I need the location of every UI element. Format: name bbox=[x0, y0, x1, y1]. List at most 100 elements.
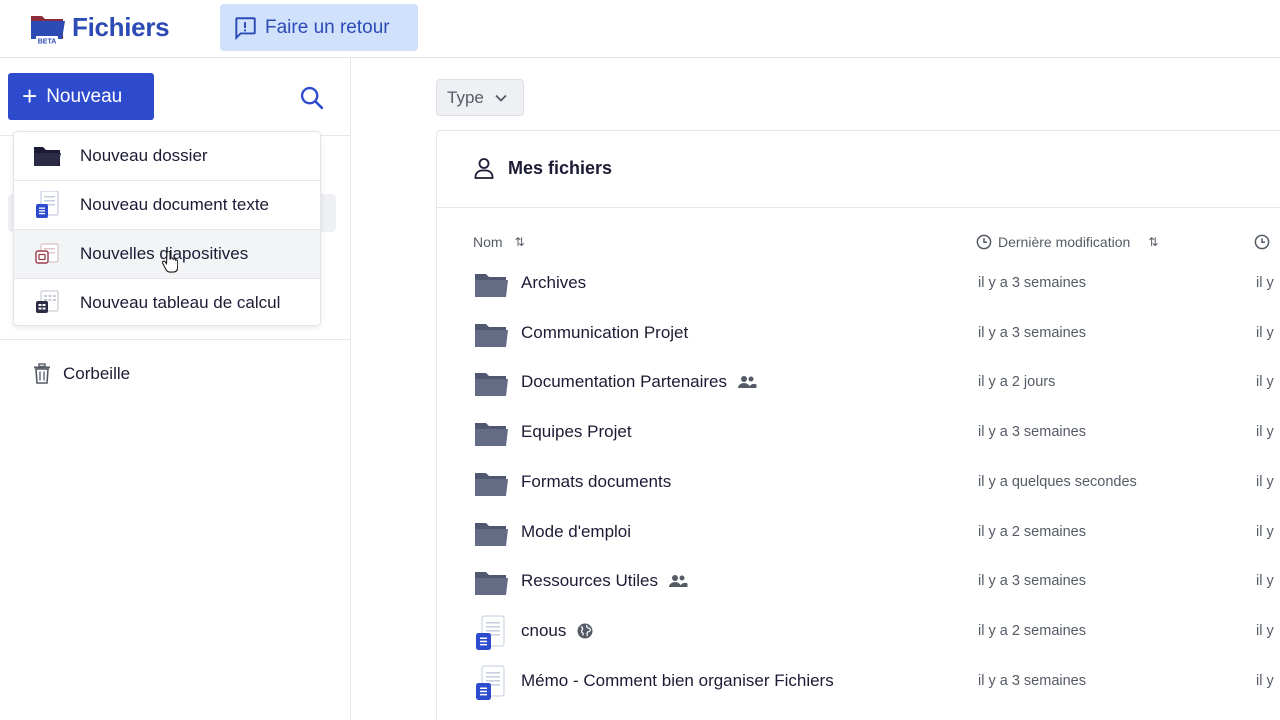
file-modified: il y a 2 jours bbox=[978, 374, 1056, 391]
spreadsheet-icon bbox=[36, 290, 59, 313]
new-menu: Nouveau dossier Nouveau document texte N… bbox=[13, 131, 321, 326]
sidebar-item-trash[interactable]: Corbeille bbox=[32, 360, 130, 388]
feedback-icon bbox=[235, 16, 256, 40]
file-name: cnous bbox=[521, 621, 594, 641]
file-extra-column: il y bbox=[1256, 622, 1274, 639]
file-name-text: Ressources Utiles bbox=[521, 571, 658, 591]
file-name-text: Mode d'emploi bbox=[521, 521, 632, 541]
file-name-text: Mémo - Comment bien organiser Fichiers bbox=[521, 670, 834, 690]
clock-icon bbox=[976, 234, 992, 250]
plus-icon: + bbox=[22, 80, 38, 111]
trash-label: Corbeille bbox=[63, 364, 131, 383]
file-name: Mémo - Comment bien organiser Fichiers bbox=[521, 671, 834, 691]
feedback-button[interactable]: Faire un retour bbox=[220, 4, 418, 51]
shared-badge bbox=[668, 573, 688, 589]
user-icon bbox=[474, 158, 494, 179]
trash-icon bbox=[34, 363, 50, 384]
sidebar-divider bbox=[0, 339, 351, 340]
folder-icon bbox=[475, 323, 508, 347]
file-name-text: cnous bbox=[521, 620, 567, 640]
clock-icon bbox=[1254, 234, 1270, 250]
search-icon bbox=[300, 86, 324, 110]
shared-icon bbox=[738, 376, 757, 389]
document-icon bbox=[476, 665, 505, 700]
file-extra-column: il y bbox=[1256, 324, 1274, 341]
table-row[interactable]: Equipes Projet il y a 3 semaines il y bbox=[437, 408, 1280, 458]
panel-divider bbox=[437, 207, 1280, 208]
file-extra-column: il y bbox=[1256, 275, 1274, 291]
app-header: BETA Fichiers Faire un retour bbox=[0, 0, 1280, 58]
feedback-label: Faire un retour bbox=[265, 16, 390, 38]
beta-label: BETA bbox=[38, 39, 57, 46]
menu-item-new-text-document[interactable]: Nouveau document texte bbox=[14, 181, 320, 229]
app-logo[interactable]: BETA bbox=[30, 12, 66, 46]
page-title-text: Mes fichiers bbox=[508, 157, 613, 178]
file-name-text: Equipes Projet bbox=[521, 422, 632, 442]
file-name: Archives bbox=[521, 273, 586, 293]
folder-icon bbox=[34, 147, 61, 166]
file-extra-column: il y bbox=[1256, 473, 1274, 490]
file-extra-column: il y bbox=[1256, 374, 1274, 391]
file-name: Communication Projet bbox=[521, 323, 688, 343]
column-header-extra[interactable] bbox=[1254, 234, 1270, 250]
file-modified: il y a 2 semaines bbox=[978, 622, 1086, 639]
app-title[interactable]: Fichiers bbox=[72, 12, 170, 43]
file-extra-column: il y bbox=[1256, 424, 1274, 441]
new-button-label: Nouveau bbox=[46, 85, 123, 107]
column-header-modified[interactable]: Dernière modification ⇅ bbox=[976, 234, 1158, 250]
file-modified: il y a 3 semaines bbox=[978, 324, 1086, 341]
menu-item-new-spreadsheet[interactable]: Nouveau tableau de calcul bbox=[14, 279, 320, 327]
page-title: Mes fichiers bbox=[472, 156, 612, 180]
table-row[interactable]: Ressources Utiles il y a 3 semaines il y bbox=[437, 557, 1280, 607]
folder-icon bbox=[475, 274, 508, 297]
file-name-text: Formats documents bbox=[521, 471, 672, 491]
text-document-icon bbox=[36, 191, 59, 218]
document-icon bbox=[476, 615, 505, 650]
file-name-text: Archives bbox=[521, 273, 587, 292]
table-row[interactable]: Documentation Partenaires il y a 2 jours i… bbox=[437, 358, 1280, 408]
globe-icon bbox=[577, 623, 593, 639]
table-row[interactable]: Formats documents il y a quelques seconde… bbox=[437, 458, 1280, 508]
shared-badge bbox=[737, 374, 757, 390]
file-modified: il y a 3 semaines bbox=[978, 573, 1086, 590]
column-header-label: Nom bbox=[473, 234, 503, 250]
column-header-label: Dernière modification bbox=[998, 234, 1131, 250]
folder-icon bbox=[475, 572, 508, 596]
folder-icon bbox=[475, 423, 508, 447]
public-badge bbox=[576, 622, 594, 640]
shared-icon bbox=[669, 575, 688, 588]
column-header-name[interactable]: Nom ⇅ bbox=[473, 234, 525, 250]
menu-item-new-folder[interactable]: Nouveau dossier bbox=[14, 132, 320, 180]
table-row[interactable]: Archives il y a 3 semaines il y bbox=[437, 259, 1280, 309]
hand-cursor-icon bbox=[162, 251, 178, 273]
slides-icon bbox=[35, 243, 59, 264]
file-modified: il y a 2 semaines bbox=[978, 523, 1086, 540]
type-filter-label: Type bbox=[447, 87, 484, 107]
file-name-text: Communication Projet bbox=[521, 322, 689, 342]
file-modified: il y a 3 semaines bbox=[978, 275, 1086, 291]
sort-icon: ⇅ bbox=[514, 235, 525, 249]
file-name: Mode d'emploi bbox=[521, 522, 631, 542]
folder-icon bbox=[475, 472, 508, 496]
menu-item-label: Nouveau dossier bbox=[80, 146, 208, 165]
file-extra-column: il y bbox=[1256, 672, 1274, 689]
search-button[interactable] bbox=[298, 84, 326, 112]
file-modified: il y a 3 semaines bbox=[978, 672, 1086, 689]
file-name-text: Documentation Partenaires bbox=[521, 372, 728, 392]
file-extra-column: il y bbox=[1256, 523, 1274, 540]
file-name: Equipes Projet bbox=[521, 422, 632, 442]
file-modified: il y a 3 semaines bbox=[978, 424, 1086, 441]
new-button[interactable]: + Nouveau bbox=[8, 73, 154, 120]
table-row[interactable]: Communication Projet il y a 3 semaines il … bbox=[437, 309, 1280, 359]
table-row[interactable]: Mémo - Comment bien organiser Fichiers il… bbox=[437, 657, 1280, 707]
table-row[interactable]: Mode d'emploi il y a 2 semaines il y bbox=[437, 508, 1280, 558]
file-modified: il y a quelques secondes bbox=[978, 473, 1137, 490]
menu-item-label: Nouveau document texte bbox=[80, 195, 270, 214]
table-row[interactable]: cnous il y a 2 semaines il y bbox=[437, 607, 1280, 657]
file-name: Formats documents bbox=[521, 472, 671, 492]
file-name: Documentation Partenaires bbox=[521, 372, 757, 392]
type-filter-dropdown[interactable]: Type bbox=[436, 79, 524, 116]
menu-item-label: Nouveau tableau de calcul bbox=[80, 293, 281, 312]
folder-icon bbox=[475, 522, 508, 546]
file-name: Ressources Utiles bbox=[521, 571, 688, 591]
